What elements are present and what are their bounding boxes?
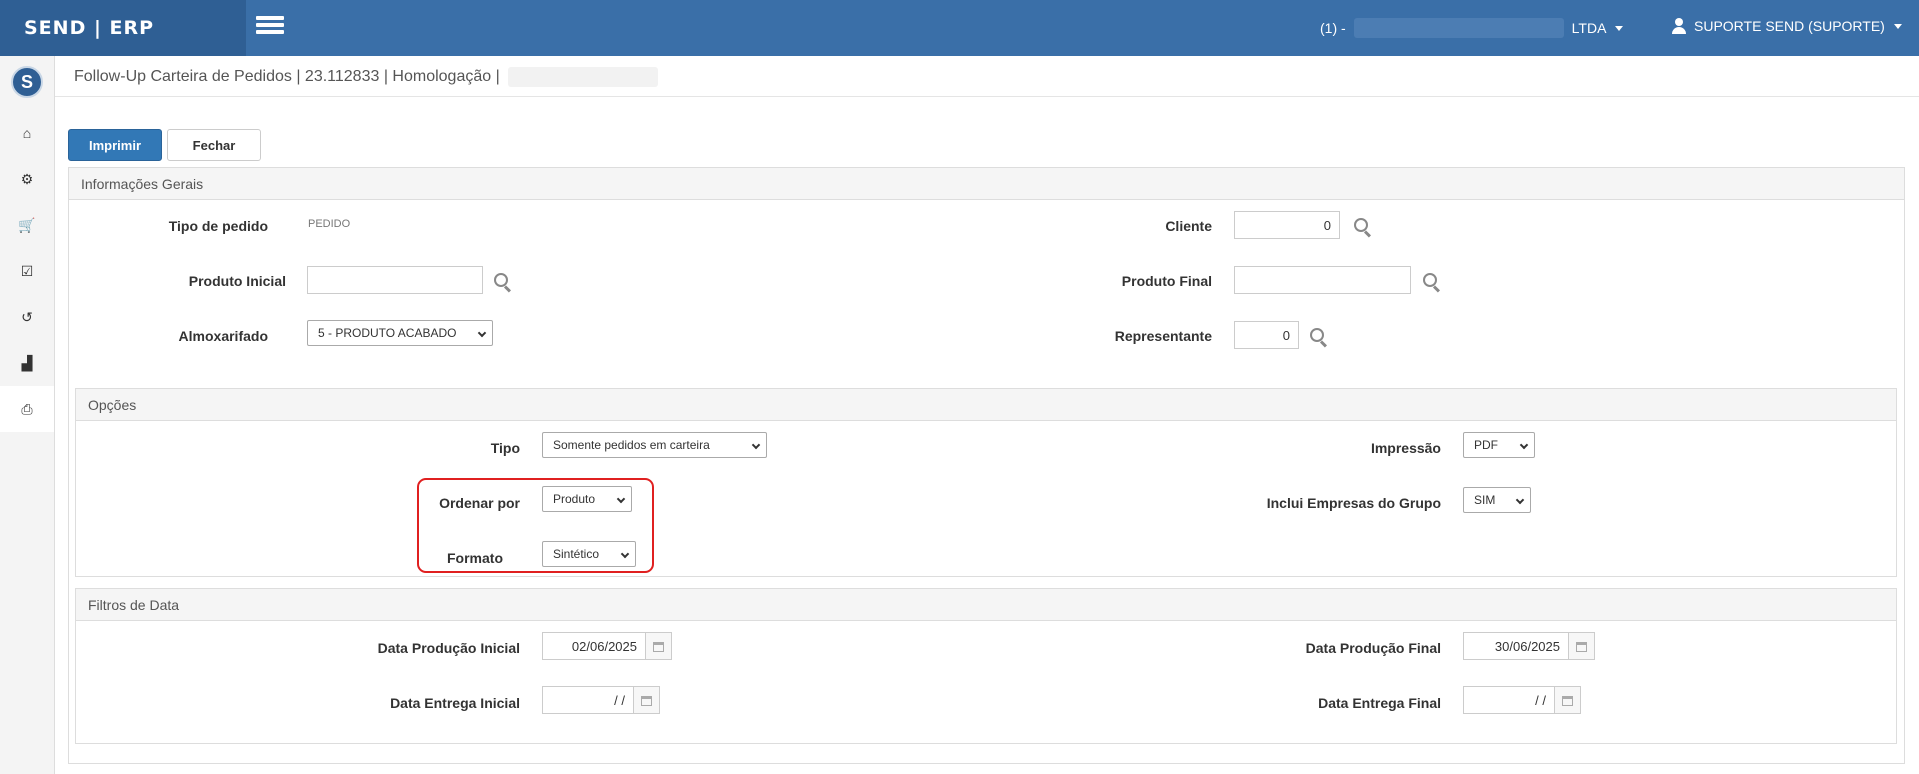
almoxarifado-select[interactable]: 5 - PRODUTO ACABADO [307,320,493,346]
checkbox-icon[interactable]: ☑ [0,248,54,294]
date-filters-panel: Filtros de Data [75,588,1897,744]
print-icon[interactable]: ⎙ [0,386,54,432]
user-name: SUPORTE SEND (SUPORTE) [1694,18,1885,34]
calendar-icon[interactable] [1569,632,1595,660]
company-suffix: LTDA [1571,20,1607,36]
date-filters-title: Filtros de Data [76,589,1896,621]
representante-input[interactable]: 0 [1234,321,1299,349]
home-icon[interactable]: ⌂ [0,110,54,156]
cliente-label: Cliente [1165,218,1212,234]
entrega-inicial-input[interactable]: / / [542,686,634,714]
impressao-value: PDF [1474,438,1498,452]
gears-icon[interactable]: ⚙ [0,156,54,202]
entrega-final-input[interactable]: / / [1463,686,1555,714]
options-panel: Opções [75,388,1897,577]
chevron-down-icon [477,328,487,338]
search-icon[interactable] [1354,218,1372,236]
entrega-inicial-label: Data Entrega Inicial [390,695,520,711]
calendar-icon[interactable] [634,686,660,714]
cart-icon[interactable]: 🛒 [0,202,54,248]
options-title: Opções [76,389,1896,421]
prod-final-input[interactable]: 30/06/2025 [1463,632,1569,660]
tipo-pedido-value: PEDIDO [308,218,351,230]
tipo-label: Tipo [490,440,520,456]
app-logo-icon[interactable]: S [11,66,43,98]
environment-redacted [507,67,658,87]
almoxarifado-value: 5 - PRODUTO ACABADO [318,326,457,340]
prod-inicial-label: Data Produção Inicial [377,640,520,656]
search-icon[interactable] [494,273,512,291]
prod-final-label: Data Produção Final [1305,640,1441,656]
produto-inicial-input[interactable] [307,266,483,294]
search-icon[interactable] [1310,328,1328,346]
empresas-select[interactable]: SIM [1463,487,1531,513]
divider [55,96,1919,97]
tipo-pedido-label: Tipo de pedido [168,218,268,234]
entrega-final-label: Data Entrega Final [1318,695,1441,711]
search-icon[interactable] [1423,273,1441,291]
highlight-annotation [417,478,654,573]
page-title-text: Follow-Up Carteira de Pedidos | 23.11283… [74,68,500,85]
user-menu[interactable]: SUPORTE SEND (SUPORTE) [1672,18,1902,34]
calendar-icon[interactable] [646,632,672,660]
company-name-redacted [1353,18,1564,38]
prod-inicial-input[interactable]: 02/06/2025 [542,632,646,660]
general-info-title: Informações Gerais [69,168,1904,200]
caret-down-icon [1893,23,1902,29]
calendar-icon[interactable] [1555,686,1581,714]
chevron-down-icon [1515,495,1525,505]
brand-logo[interactable]: SEND | ERP [0,0,246,56]
tipo-value: Somente pedidos em carteira [553,438,710,452]
close-button[interactable]: Fechar [167,129,261,161]
page-title: Follow-Up Carteira de Pedidos | 23.11283… [74,67,658,87]
menu-toggle-icon[interactable] [256,16,284,38]
empresas-label: Inclui Empresas do Grupo [1266,495,1441,511]
chart-icon[interactable]: ▟ [0,340,54,386]
print-button[interactable]: Imprimir [68,129,162,161]
impressao-label: Impressão [1370,440,1441,456]
chevron-down-icon [751,440,761,450]
company-prefix: (1) - [1320,20,1346,36]
user-icon [1672,18,1686,34]
caret-down-icon [1615,25,1624,31]
produto-inicial-label: Produto Inicial [188,273,286,289]
company-selector[interactable]: (1) - LTDA [1320,18,1624,38]
impressao-select[interactable]: PDF [1463,432,1535,458]
almoxarifado-label: Almoxarifado [178,328,268,344]
chevron-down-icon [1519,440,1529,450]
cliente-input[interactable]: 0 [1234,211,1340,239]
produto-final-label: Produto Final [1121,273,1212,289]
empresas-value: SIM [1474,493,1496,507]
sidebar: S ⌂ ⚙ 🛒 ☑ ↺ ▟ ⎙ [0,56,55,774]
representante-label: Representante [1114,328,1212,344]
history-icon[interactable]: ↺ [0,294,54,340]
top-navbar: SEND | ERP (1) - LTDA SUPORTE SEND (SUPO… [0,0,1919,56]
produto-final-input[interactable] [1234,266,1411,294]
tipo-select[interactable]: Somente pedidos em carteira [542,432,767,458]
